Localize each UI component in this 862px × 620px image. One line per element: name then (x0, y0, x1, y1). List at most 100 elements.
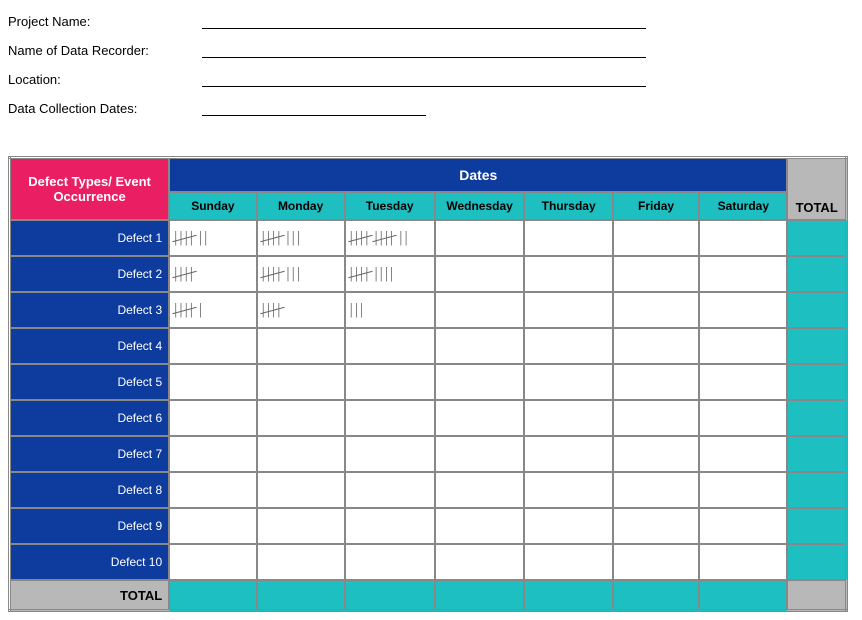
tally-cell[interactable] (613, 436, 699, 472)
tally-cell[interactable] (699, 256, 787, 292)
tally-cell[interactable]: |||| (257, 292, 345, 328)
tally-cell[interactable] (699, 328, 787, 364)
tally-cell[interactable] (613, 400, 699, 436)
row-total (787, 544, 846, 580)
table-row: Defect 9 (10, 508, 847, 544)
table-row: Defect 10 (10, 544, 847, 580)
tally-cell[interactable] (524, 256, 612, 292)
tally-cell[interactable] (169, 544, 256, 580)
row-total (787, 400, 846, 436)
tally-cell[interactable] (345, 364, 435, 400)
row-total (787, 256, 846, 292)
tally-cell[interactable] (613, 328, 699, 364)
tally-cell[interactable]: ||| (345, 292, 435, 328)
tally-cell[interactable] (257, 364, 345, 400)
table-row: Defect 7 (10, 436, 847, 472)
tally-cell[interactable] (699, 292, 787, 328)
tally-cell[interactable] (435, 220, 525, 256)
tally-cell[interactable] (699, 472, 787, 508)
header-day: Tuesday (345, 192, 435, 220)
tally-cell[interactable]: ||||| (169, 292, 256, 328)
column-total (613, 580, 699, 611)
tally-cell[interactable] (613, 292, 699, 328)
column-total (169, 580, 256, 611)
tally-cell[interactable] (169, 472, 256, 508)
tally-cell[interactable] (345, 400, 435, 436)
project-name-input[interactable] (202, 8, 646, 29)
tally-cell[interactable] (524, 220, 612, 256)
tally-cell[interactable] (524, 472, 612, 508)
tally-cell[interactable] (524, 508, 612, 544)
row-label: Defect 3 (10, 292, 170, 328)
row-label: Defect 1 (10, 220, 170, 256)
header-day: Sunday (169, 192, 256, 220)
row-total (787, 508, 846, 544)
row-label: Defect 2 (10, 256, 170, 292)
recorder-input[interactable] (202, 37, 646, 58)
tally-cell[interactable] (613, 508, 699, 544)
tally-cell[interactable] (524, 328, 612, 364)
tally-cell[interactable] (169, 328, 256, 364)
tally-cell[interactable] (345, 472, 435, 508)
tally-cell[interactable] (345, 544, 435, 580)
tally-cell[interactable] (613, 220, 699, 256)
tally-cell[interactable] (257, 328, 345, 364)
total-row-label: TOTAL (10, 580, 170, 611)
tally-cell[interactable] (524, 544, 612, 580)
tally-cell[interactable] (435, 400, 525, 436)
tally-cell[interactable] (435, 328, 525, 364)
tally-cell[interactable] (169, 364, 256, 400)
tally-cell[interactable] (613, 364, 699, 400)
tally-cell[interactable] (435, 472, 525, 508)
tally-cell[interactable] (699, 220, 787, 256)
header-dates: Dates (169, 158, 787, 193)
tally-cell[interactable] (169, 508, 256, 544)
tally-cell[interactable]: |||| (169, 256, 256, 292)
tally-cell[interactable] (435, 256, 525, 292)
tally-cell[interactable] (699, 544, 787, 580)
tally-cell[interactable] (613, 256, 699, 292)
tally-cell[interactable]: |||||||| (345, 256, 435, 292)
tally-cell[interactable] (699, 436, 787, 472)
tally-cell[interactable] (613, 544, 699, 580)
row-total (787, 292, 846, 328)
tally-cell[interactable] (524, 436, 612, 472)
tally-cell[interactable] (257, 436, 345, 472)
tally-cell[interactable] (613, 472, 699, 508)
tally-cell[interactable] (524, 292, 612, 328)
tally-cell[interactable]: |||||||||| (345, 220, 435, 256)
tally-cell[interactable] (345, 436, 435, 472)
tally-cell[interactable] (169, 436, 256, 472)
tally-cell[interactable] (699, 364, 787, 400)
tally-cell[interactable] (257, 400, 345, 436)
form-header: Project Name: Name of Data Recorder: Loc… (8, 8, 854, 116)
location-input[interactable] (202, 66, 646, 87)
table-row: Defect 3|||||||||||| (10, 292, 847, 328)
tally-cell[interactable] (345, 328, 435, 364)
grand-total (787, 580, 846, 611)
tally-cell[interactable]: ||||||| (257, 220, 345, 256)
tally-cell[interactable] (435, 436, 525, 472)
tally-cell[interactable] (524, 364, 612, 400)
row-label: Defect 9 (10, 508, 170, 544)
tally-cell[interactable] (345, 508, 435, 544)
header-day: Friday (613, 192, 699, 220)
tally-cell[interactable] (435, 544, 525, 580)
tally-cell[interactable] (257, 508, 345, 544)
row-label: Defect 6 (10, 400, 170, 436)
tally-cell[interactable] (699, 400, 787, 436)
tally-cell[interactable] (435, 364, 525, 400)
tally-cell[interactable] (257, 544, 345, 580)
tally-cell[interactable] (169, 400, 256, 436)
row-label: Defect 4 (10, 328, 170, 364)
location-label: Location: (8, 72, 202, 87)
header-day: Saturday (699, 192, 787, 220)
tally-cell[interactable] (435, 508, 525, 544)
tally-cell[interactable] (699, 508, 787, 544)
tally-cell[interactable] (257, 472, 345, 508)
tally-cell[interactable] (524, 400, 612, 436)
collection-dates-input[interactable] (202, 95, 426, 116)
tally-cell[interactable] (435, 292, 525, 328)
tally-cell[interactable]: ||||||| (257, 256, 345, 292)
tally-cell[interactable]: |||||| (169, 220, 256, 256)
